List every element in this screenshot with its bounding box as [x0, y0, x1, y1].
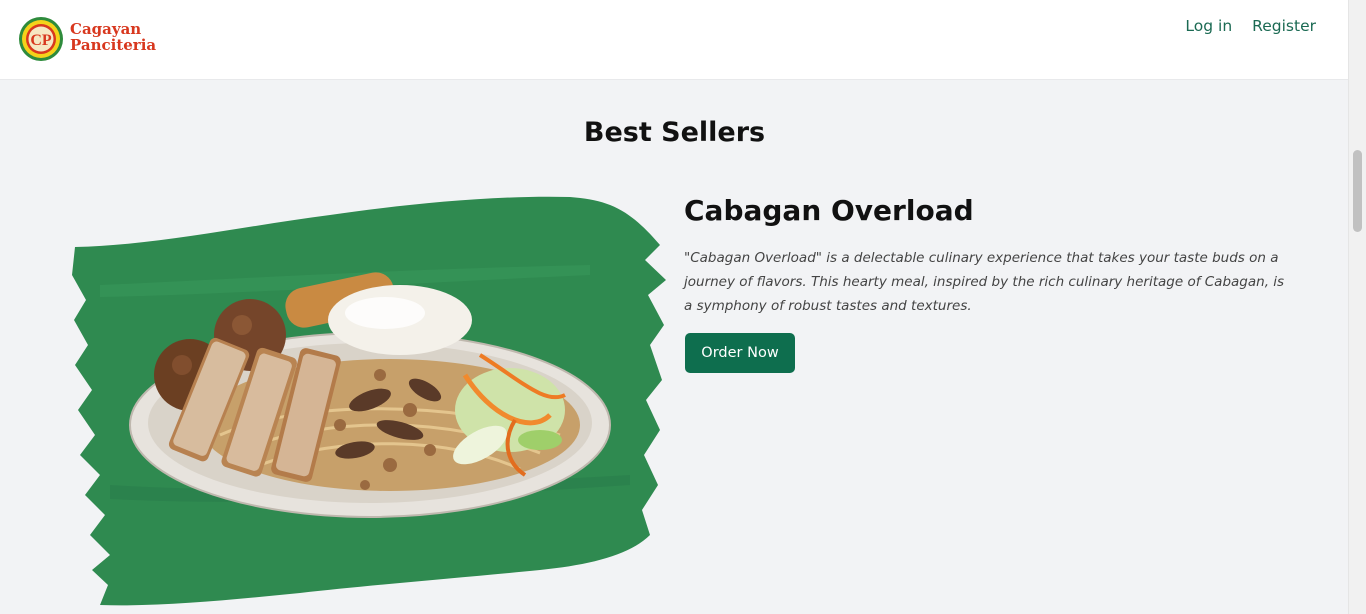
product-description: "Cabagan Overload" is a delectable culin…	[684, 250, 1285, 314]
scrollbar-thumb[interactable]	[1353, 150, 1362, 232]
brand-name: Cagayan Panciteria	[70, 22, 156, 53]
brand-line-1: Cagayan	[70, 20, 142, 38]
order-now-button[interactable]: Order Now	[685, 333, 795, 373]
brand-line-2: Panciteria	[70, 36, 157, 54]
product-name: Cabagan Overload	[684, 194, 974, 227]
page-scrollbar[interactable]	[1348, 0, 1366, 614]
section-title: Best Sellers	[583, 117, 766, 148]
site-header: CP Cagayan Panciteria Log in Register	[0, 0, 1349, 80]
page: CP Cagayan Panciteria Log in Register Be…	[0, 0, 1366, 614]
logo-initials: CP	[30, 32, 52, 49]
login-link[interactable]: Log in	[1185, 17, 1232, 35]
register-link[interactable]: Register	[1252, 17, 1316, 35]
auth-nav: Log in Register	[1185, 17, 1316, 35]
featured-dish-image	[72, 196, 666, 606]
